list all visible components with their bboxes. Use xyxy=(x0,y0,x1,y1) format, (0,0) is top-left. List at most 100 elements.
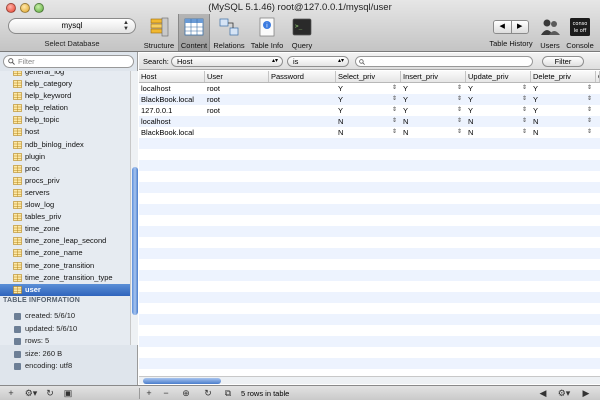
table-cell[interactable] xyxy=(269,105,336,116)
table-cell[interactable]: root xyxy=(205,105,269,116)
column-header[interactable]: Host xyxy=(139,71,205,82)
refresh-tables-icon[interactable]: ↻ xyxy=(44,388,56,398)
query-button[interactable]: >_ Query xyxy=(288,17,316,50)
table-cell[interactable] xyxy=(205,127,269,138)
sidebar-table-item[interactable]: user xyxy=(0,283,130,296)
table-row[interactable]: 127.0.0.1 root Y ⇕ Y ⇕ Y ⇕ Y ⇕ xyxy=(139,105,600,116)
sidebar-table-item[interactable]: help_category xyxy=(0,78,130,90)
previous-page-icon[interactable]: ◀ xyxy=(537,388,549,398)
table-cell[interactable] xyxy=(269,94,336,105)
filter-operator-select[interactable]: is ▴▾ xyxy=(287,56,349,67)
enum-cell[interactable]: Y ⇕ xyxy=(336,105,401,116)
enum-cell[interactable]: N ⇕ xyxy=(466,116,531,127)
gear-menu-icon[interactable]: ⚙▾ xyxy=(22,388,40,398)
delete-row-icon[interactable]: − xyxy=(160,388,172,398)
add-row-icon[interactable]: + xyxy=(143,388,155,398)
sidebar-table-item[interactable]: time_zone_transition xyxy=(0,260,130,272)
table-cell[interactable]: root xyxy=(205,94,269,105)
grid-scroll-thumb[interactable] xyxy=(143,378,221,384)
next-page-icon[interactable]: ▶ xyxy=(580,388,592,398)
filter-value-input[interactable] xyxy=(355,56,533,67)
enum-cell[interactable]: N ⇕ xyxy=(401,127,466,138)
column-header[interactable]: Insert_priv xyxy=(401,71,466,82)
table-cell[interactable]: localhost xyxy=(139,116,205,127)
column-header[interactable]: Password xyxy=(269,71,336,82)
structure-button[interactable]: Structure xyxy=(142,17,176,50)
sidebar-table-item[interactable]: ndb_binlog_index xyxy=(0,139,130,151)
sidebar-table-item[interactable]: host xyxy=(0,126,130,138)
table-cell[interactable] xyxy=(269,116,336,127)
table-cell[interactable] xyxy=(205,116,269,127)
add-table-icon[interactable]: + xyxy=(5,388,17,398)
table-cell[interactable]: root xyxy=(205,83,269,94)
sidebar-table-item[interactable]: help_keyword xyxy=(0,90,130,102)
column-header[interactable]: C xyxy=(596,71,600,82)
enum-cell[interactable]: Y ⇕ xyxy=(466,94,531,105)
history-forward-icon[interactable]: ▶ xyxy=(510,21,528,33)
enum-cell[interactable]: N ⇕ xyxy=(336,127,401,138)
content-icon xyxy=(184,18,204,36)
enum-cell[interactable]: Y ⇕ xyxy=(336,94,401,105)
enum-cell[interactable]: Y ⇕ xyxy=(531,105,596,116)
grid-horizontal-scrollbar[interactable] xyxy=(139,376,600,384)
pagination-gear-icon[interactable]: ⚙▾ xyxy=(555,388,573,398)
table-cell[interactable]: BlackBook.local xyxy=(139,94,205,105)
enum-cell[interactable]: Y ⇕ xyxy=(336,83,401,94)
copy-rows-icon[interactable]: ⧉ xyxy=(222,388,234,398)
enum-cell[interactable]: Y ⇕ xyxy=(531,83,596,94)
relations-button[interactable]: Relations xyxy=(212,17,246,50)
filter-button[interactable]: Filter xyxy=(542,56,584,67)
sidebar-table-item[interactable]: slow_log xyxy=(0,199,130,211)
table-cell[interactable] xyxy=(269,83,336,94)
refresh-rows-icon[interactable]: ↻ xyxy=(202,388,214,398)
sidebar-table-item[interactable]: time_zone_name xyxy=(0,247,130,259)
enum-cell[interactable]: N ⇕ xyxy=(466,127,531,138)
table-row[interactable]: BlackBook.local N ⇕ N ⇕ N ⇕ N ⇕ xyxy=(139,127,600,138)
table-cell[interactable]: 127.0.0.1 xyxy=(139,105,205,116)
users-button[interactable]: Users xyxy=(538,17,562,50)
sidebar-table-item[interactable]: procs_priv xyxy=(0,175,130,187)
sidebar-table-item[interactable]: time_zone_leap_second xyxy=(0,235,130,247)
column-header[interactable]: Delete_priv xyxy=(531,71,596,82)
sidebar-table-item[interactable]: tables_priv xyxy=(0,211,130,223)
enum-cell[interactable]: Y ⇕ xyxy=(401,94,466,105)
table-info-toggle-icon[interactable]: ▣ xyxy=(62,388,74,398)
table-cell[interactable]: BlackBook.local xyxy=(139,127,205,138)
sidebar-table-item[interactable]: time_zone xyxy=(0,223,130,235)
enum-cell[interactable]: N ⇕ xyxy=(336,116,401,127)
table-cell[interactable] xyxy=(269,127,336,138)
table-cell[interactable]: localhost xyxy=(139,83,205,94)
enum-cell[interactable]: N ⇕ xyxy=(531,127,596,138)
duplicate-row-icon[interactable]: ⊕ xyxy=(180,388,192,398)
sidebar-table-item[interactable]: plugin xyxy=(0,151,130,163)
table-icon xyxy=(13,80,22,88)
enum-cell[interactable]: Y ⇕ xyxy=(401,105,466,116)
sidebar-table-item[interactable]: proc xyxy=(0,163,130,175)
column-header[interactable]: Select_priv xyxy=(336,71,401,82)
content-button[interactable]: Content xyxy=(178,17,210,50)
column-header[interactable]: Update_priv xyxy=(466,71,531,82)
history-back-icon[interactable]: ◀ xyxy=(494,21,511,33)
database-select[interactable]: mysql ▲ ▼ xyxy=(8,18,136,34)
table-filter-input[interactable]: Filter xyxy=(3,55,134,68)
console-button[interactable]: conso le off Console xyxy=(564,17,596,50)
sidebar-table-item[interactable]: help_topic xyxy=(0,114,130,126)
sidebar-table-item[interactable]: time_zone_transition_type xyxy=(0,272,130,284)
sidebar-table-item[interactable]: servers xyxy=(0,187,130,199)
enum-cell[interactable]: N ⇕ xyxy=(401,116,466,127)
table-row[interactable]: BlackBook.local root Y ⇕ Y ⇕ Y ⇕ Y ⇕ xyxy=(139,94,600,105)
enum-cell[interactable]: Y ⇕ xyxy=(466,83,531,94)
table-row[interactable]: localhost N ⇕ N ⇕ N ⇕ N ⇕ xyxy=(139,116,600,127)
sidebar-table-item[interactable]: help_relation xyxy=(0,102,130,114)
enum-cell[interactable]: Y ⇕ xyxy=(466,105,531,116)
enum-cell[interactable]: Y ⇕ xyxy=(401,83,466,94)
table-info-button[interactable]: i Table Info xyxy=(248,17,286,50)
table-row[interactable]: localhost root Y ⇕ Y ⇕ Y ⇕ Y ⇕ xyxy=(139,83,600,94)
sidebar-scroll-thumb[interactable] xyxy=(132,167,138,315)
column-header[interactable]: User xyxy=(205,71,269,82)
sidebar-table-item[interactable]: general_log xyxy=(0,71,130,78)
enum-cell[interactable]: N ⇕ xyxy=(531,116,596,127)
enum-cell[interactable]: Y ⇕ xyxy=(531,94,596,105)
sidebar-scrollbar[interactable] xyxy=(130,71,138,345)
filter-field-select[interactable]: Host ▴▾ xyxy=(171,56,283,67)
